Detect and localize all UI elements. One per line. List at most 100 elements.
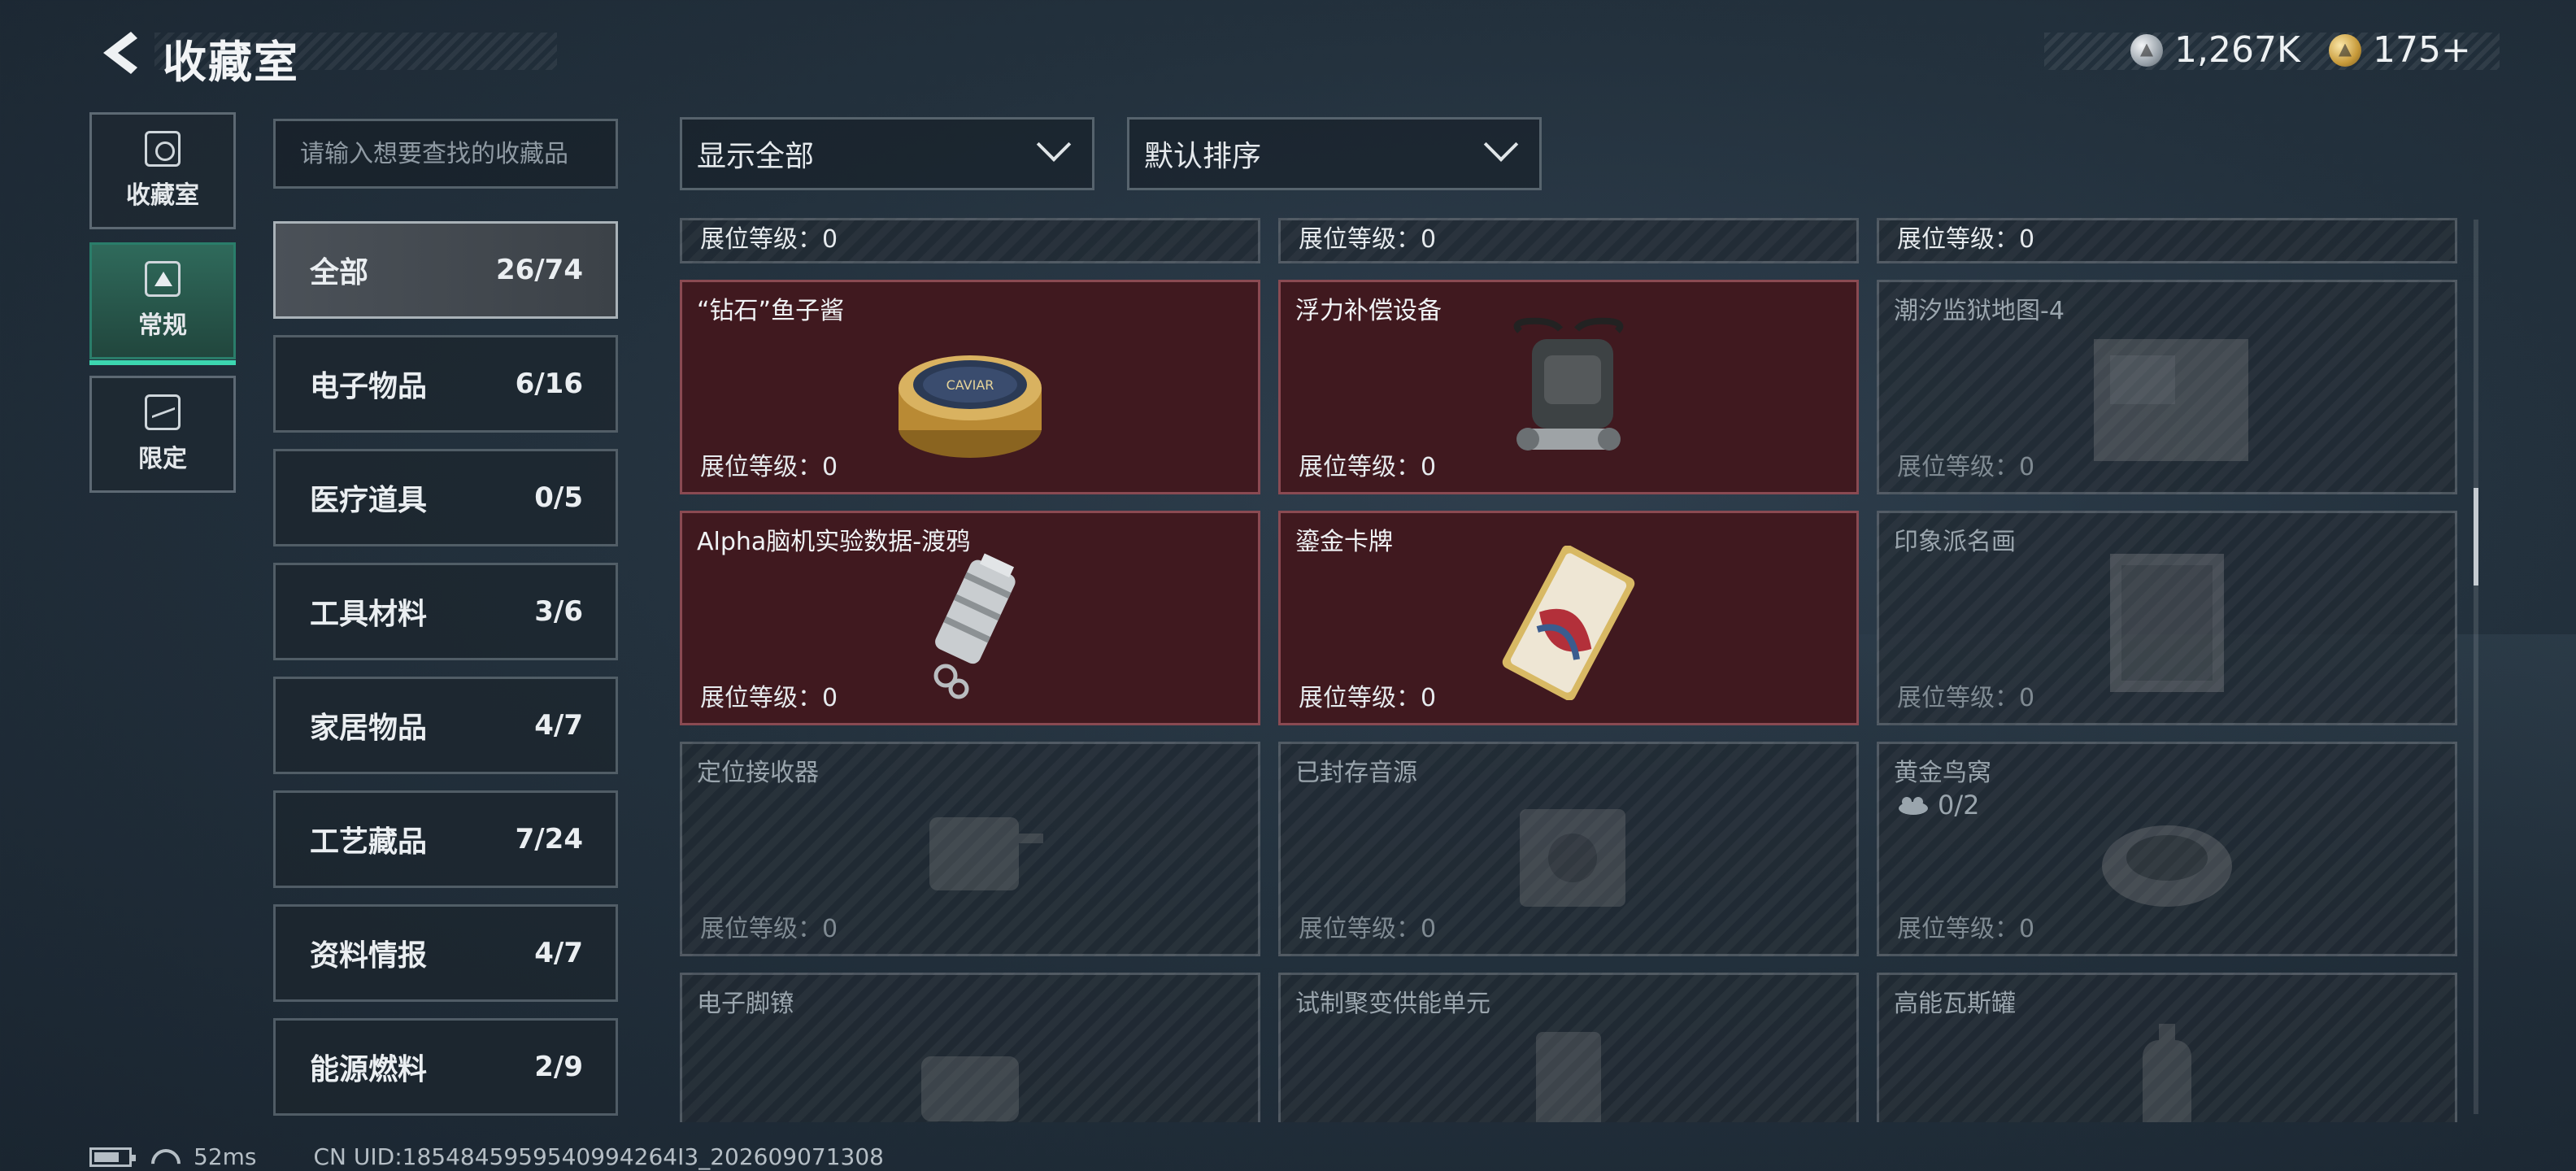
category-count: 0/5 [534,481,583,514]
category-electronics[interactable]: 电子物品 6/16 [273,335,618,433]
caviar-tin-icon: CAVIAR [899,355,1042,458]
category-name: 电子物品 [310,370,428,403]
gilded-card-icon [1502,546,1635,700]
card-progress: 0/2 [1897,790,1980,821]
gold-nest-icon [2102,825,2232,907]
receiver-icon [929,817,1043,890]
mode-tab-regular[interactable]: 常规 [89,242,236,365]
collection-grid: 展位等级：0 展位等级：0 展位等级：0 “钻石”鱼子酱 CAVIAR 展位等级… [680,218,2461,1122]
category-all[interactable]: 全部 26/74 [273,221,618,319]
search-input[interactable] [273,119,618,189]
collection-card[interactable]: 定位接收器 展位等级：0 [680,742,1260,956]
mode-tab-label: 常规 [138,311,187,340]
gas-tank-icon [2143,1024,2191,1122]
header: 收藏室 1,267K 175+ [0,0,2576,106]
back-arrow-icon [103,32,137,74]
category-count: 6/16 [515,368,583,400]
category-household[interactable]: 家居物品 4/7 [273,677,618,774]
collection-card[interactable]: Alpha脑机实验数据-渡鸦 展位等级：0 [680,511,1260,725]
collection-card[interactable]: 浮力补偿设备 展位等级：0 [1278,280,1859,494]
card-name: 已封存音源 [1295,759,1417,787]
card-name: 试制聚变供能单元 [1295,990,1490,1018]
card-level: 展位等级：0 [700,915,838,943]
card-level: 展位等级：0 [1299,225,1437,254]
buoyancy-device-icon [1513,317,1624,451]
collection-card[interactable]: “钻石”鱼子酱 CAVIAR 展位等级：0 [680,280,1260,494]
currency-silver[interactable]: 1,267K [2130,29,2300,71]
mode-tab-limited[interactable]: 限定 [89,376,236,493]
display-filter-value: 显示全部 [697,140,815,173]
category-name: 医疗道具 [310,484,428,517]
card-level: 展位等级：0 [1897,915,2035,943]
card-progress-value: 0/2 [1938,790,1980,821]
audio-source-icon [1520,809,1625,907]
card-name: “钻石”鱼子酱 [697,297,845,325]
scrollbar-thumb[interactable] [2474,488,2478,586]
collection-card[interactable]: 印象派名画 展位等级：0 [1877,511,2457,725]
user-uid: CN UID:1854845959540994264I3_20260907130… [313,1143,884,1170]
card-level: 展位等级：0 [1897,225,2035,254]
mode-tab-label: 限定 [138,445,187,473]
ankle-monitor-icon [921,1056,1019,1121]
collection-card[interactable]: 展位等级：0 [680,218,1260,263]
chevron-down-icon [1036,127,1072,162]
page-title: 收藏室 [163,37,299,88]
category-fuel[interactable]: 能源燃料 2/9 [273,1018,618,1116]
category-name: 家居物品 [310,712,428,745]
silver-coin-icon [2130,33,2163,67]
collection-card[interactable]: 展位等级：0 [1877,218,2457,263]
collection-card[interactable]: 高能瓦斯罐 [1877,973,2457,1122]
card-level: 展位等级：0 [700,225,838,254]
category-count: 2/9 [534,1051,583,1083]
currency-gold-value: 175+ [2373,29,2471,71]
category-crafts[interactable]: 工艺藏品 7/24 [273,790,618,888]
currency-silver-value: 1,267K [2174,29,2300,71]
category-count: 7/24 [515,823,583,855]
card-name: 黄金鸟窝 [1894,759,1991,787]
category-intel[interactable]: 资料情报 4/7 [273,904,618,1002]
scrollbar-track[interactable] [2474,220,2478,1114]
currency-gold[interactable]: 175+ [2329,29,2471,71]
card-level: 展位等级：0 [1299,915,1437,943]
sort-dropdown[interactable]: 默认排序 [1127,117,1542,190]
card-level: 展位等级：0 [700,453,838,481]
regular-icon [145,261,181,297]
bird-nest-icon [1899,797,1928,815]
card-level: 展位等级：0 [1897,453,2035,481]
category-count: 26/74 [495,254,583,286]
category-name: 资料情报 [310,939,428,973]
battery-icon [89,1147,136,1167]
mode-tab-label: 收藏室 [126,181,199,210]
map-icon [2094,339,2248,461]
status-footer: 52ms CN UID:1854845959540994264I3_202609… [89,1143,884,1170]
category-name: 工艺藏品 [310,825,428,859]
limited-icon [145,394,181,430]
fusion-cell-icon [1536,1032,1601,1122]
data-canister-icon [933,553,1016,699]
collection-card[interactable]: 鎏金卡牌 展位等级：0 [1278,511,1859,725]
display-filter-dropdown[interactable]: 显示全部 [680,117,1094,190]
collection-card[interactable]: 潮汐监狱地图-4 展位等级：0 [1877,280,2457,494]
wifi-icon [148,1146,177,1169]
category-count: 3/6 [534,595,583,628]
category-medical[interactable]: 医疗道具 0/5 [273,449,618,546]
collection-card[interactable]: 试制聚变供能单元 [1278,973,1859,1122]
back-button[interactable] [89,24,146,81]
chevron-down-icon [1483,127,1519,162]
category-name: 工具材料 [310,598,428,631]
card-level: 展位等级：0 [700,684,838,712]
collection-card[interactable]: 黄金鸟窝 0/2 展位等级：0 [1877,742,2457,956]
card-name: 高能瓦斯罐 [1894,990,2016,1018]
card-name: 浮力补偿设备 [1295,297,1442,325]
collection-card[interactable]: 电子脚镣 [680,973,1260,1122]
card-level: 展位等级：0 [1897,684,2035,712]
collection-card[interactable]: 已封存音源 展位等级：0 [1278,742,1859,956]
card-level: 展位等级：0 [1299,453,1437,481]
category-count: 4/7 [534,937,583,969]
mode-tab-collection-room[interactable]: 收藏室 [89,112,236,229]
collection-card[interactable]: 展位等级：0 [1278,218,1859,263]
sort-value: 默认排序 [1144,140,1262,173]
category-tools[interactable]: 工具材料 3/6 [273,563,618,660]
card-level: 展位等级：0 [1299,684,1437,712]
category-name: 全部 [310,256,369,289]
